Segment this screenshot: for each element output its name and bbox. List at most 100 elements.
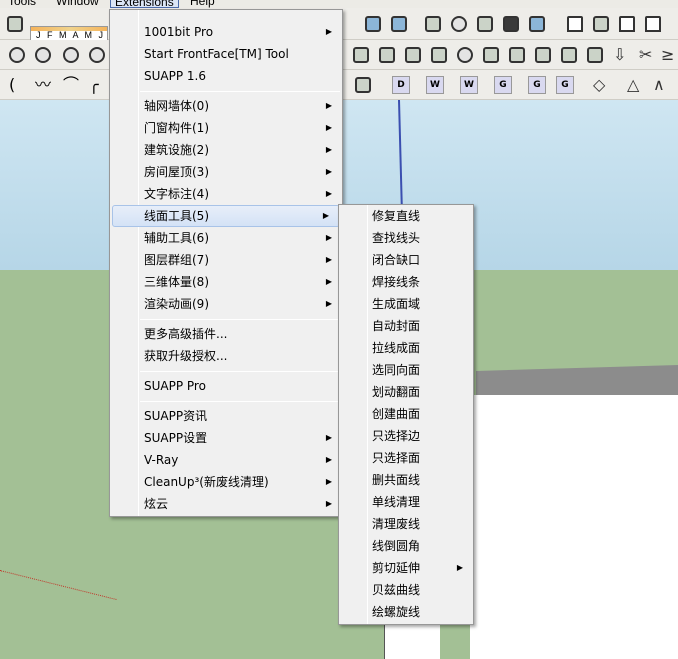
cut-tool-button[interactable]: ✂ <box>636 44 658 66</box>
menu-item-room-roof[interactable]: 房间屋顶(3) ▶ <box>110 161 342 183</box>
submenu-item-select-faces[interactable]: 只选择面 <box>339 447 473 469</box>
submenu-item-find-ends[interactable]: 查找线头 <box>339 227 473 249</box>
submenu-item-make-region[interactable]: 生成面域 <box>339 293 473 315</box>
menu-item-building-facility[interactable]: 建筑设施(2) ▶ <box>110 139 342 161</box>
hand-tool-button[interactable] <box>454 44 476 66</box>
menu-separator <box>140 91 340 92</box>
submenu-arrow-icon: ▶ <box>325 27 332 36</box>
cube-tool-button[interactable] <box>352 74 374 96</box>
fillet-tool-button[interactable]: ╭ <box>86 74 108 96</box>
mirror-tool-button[interactable]: ≥ <box>658 44 678 66</box>
submenu-item-create-surface[interactable]: 创建曲面 <box>339 403 473 425</box>
grid-tool-button[interactable] <box>428 44 450 66</box>
menu-item-line-face-tools[interactable]: 线面工具(5) ▶ <box>112 205 340 227</box>
components-button[interactable] <box>590 13 612 35</box>
tool-c-button[interactable] <box>60 44 82 66</box>
home-button[interactable] <box>616 13 638 35</box>
submenu-item-select-same-facing[interactable]: 选同向面 <box>339 359 473 381</box>
menu-item-more-plugins[interactable]: 更多高级插件... <box>110 323 342 345</box>
submenu-item-spiral[interactable]: 绘螺旋线 <box>339 601 473 623</box>
submenu-item-auto-face[interactable]: 自动封面 <box>339 315 473 337</box>
submenu-item-select-edges[interactable]: 只选择边 <box>339 425 473 447</box>
components-icon <box>593 16 609 32</box>
menu-item-layer-group[interactable]: 图层群组(7) ▶ <box>110 249 342 271</box>
bezier-tool-button[interactable]: ⌒ <box>60 74 82 96</box>
xray-button[interactable] <box>422 13 444 35</box>
door-tool-button[interactable] <box>558 44 580 66</box>
submenu-item-single-line-clean[interactable]: 单线清理 <box>339 491 473 513</box>
arc-icon: ( <box>9 75 16 94</box>
peak-tool-button[interactable]: ∧ <box>650 74 672 96</box>
menu-item-vray[interactable]: V-Ray ▶ <box>110 449 342 471</box>
iso-view-button[interactable] <box>362 13 384 35</box>
submenu-item-weld-lines[interactable]: 焊接线条 <box>339 271 473 293</box>
menu-item-suapp-news[interactable]: SUAPP资讯 <box>110 405 342 427</box>
line-face-submenu: 修复直线 查找线头 闭合缺口 焊接线条 生成面域 自动封面 拉线成面 选同向面 … <box>338 204 474 625</box>
arc-tool-button[interactable]: ( <box>6 74 28 96</box>
polyline-tool-button[interactable]: 〰 <box>32 74 54 96</box>
menu-item-render-animation[interactable]: 渲染动画(9) ▶ <box>110 293 342 315</box>
textured-button[interactable] <box>526 13 548 35</box>
plugin-w2-button[interactable]: W <box>460 76 478 94</box>
menu-item-text-annotation[interactable]: 文字标注(4) ▶ <box>110 183 342 205</box>
menu-item-suapp-16[interactable]: SUAPP 1.6 <box>110 65 342 87</box>
wall-tool-button[interactable] <box>350 44 372 66</box>
plugin-g2-button[interactable]: G <box>528 76 546 94</box>
share-model-icon <box>645 16 661 32</box>
plugin-g1-button[interactable]: G <box>494 76 512 94</box>
submenu-arrow-icon: ▶ <box>325 255 332 264</box>
railing-tool-button[interactable] <box>402 44 424 66</box>
menu-item-3d-volume[interactable]: 三维体量(8) ▶ <box>110 271 342 293</box>
tool-a-button[interactable] <box>6 44 28 66</box>
plugin-g3-button[interactable]: G <box>556 76 574 94</box>
submenu-item-repair-line[interactable]: 修复直线 <box>339 205 473 227</box>
menu-item-axis-wall[interactable]: 轴网墙体(0) ▶ <box>110 95 342 117</box>
menu-item-xuanyun[interactable]: 炫云 ▶ <box>110 493 342 515</box>
menu-help[interactable]: Help <box>190 0 215 8</box>
hidden-line-button[interactable] <box>474 13 496 35</box>
share-model-button[interactable] <box>642 13 664 35</box>
submenu-item-trim-extend[interactable]: 剪切延伸 ▶ <box>339 557 473 579</box>
menu-item-cleanup[interactable]: CleanUp³(新废线清理) ▶ <box>110 471 342 493</box>
menu-item-1001bit[interactable]: 1001bit Pro ▶ <box>110 21 342 43</box>
plugin-d-button[interactable]: D <box>392 76 410 94</box>
top-view-button[interactable] <box>388 13 410 35</box>
submenu-item-close-gaps[interactable]: 闭合缺口 <box>339 249 473 271</box>
menu-extensions[interactable]: Extensions <box>110 0 179 8</box>
menu-item-frontface[interactable]: Start FrontFace[TM] Tool <box>110 43 342 65</box>
warehouse-button[interactable] <box>564 13 586 35</box>
submenu-item-bezier[interactable]: 贝兹曲线 <box>339 579 473 601</box>
column-tool-icon <box>379 47 395 63</box>
submenu-item-clean-stray[interactable]: 清理废线 <box>339 513 473 535</box>
pin-tool-button[interactable] <box>584 44 606 66</box>
submenu-item-swipe-flip[interactable]: 划动翻面 <box>339 381 473 403</box>
submenu-item-line-fillet[interactable]: 线倒圆角 <box>339 535 473 557</box>
submenu-arrow-icon: ▶ <box>325 499 332 508</box>
menu-item-suapp-pro[interactable]: SUAPP Pro <box>110 375 342 397</box>
menu-item-door-window[interactable]: 门窗构件(1) ▶ <box>110 117 342 139</box>
hand-icon <box>457 47 473 63</box>
menu-item-get-license[interactable]: 获取升级授权... <box>110 345 342 367</box>
submenu-item-extrude-lines[interactable]: 拉线成面 <box>339 337 473 359</box>
menu-window[interactable]: Window <box>56 0 99 8</box>
eraser-button[interactable] <box>4 13 26 35</box>
submenu-item-delete-coplanar[interactable]: 删共面线 <box>339 469 473 491</box>
plugin-w1-button[interactable]: W <box>426 76 444 94</box>
menu-item-aux-tools[interactable]: 辅助工具(6) ▶ <box>110 227 342 249</box>
menu-item-suapp-settings[interactable]: SUAPP设置 ▶ <box>110 427 342 449</box>
stair-tool-button[interactable] <box>480 44 502 66</box>
shaded-button[interactable] <box>500 13 522 35</box>
tool-a-icon <box>9 47 25 63</box>
arrow-down-button[interactable]: ⇩ <box>610 44 632 66</box>
wireframe-button[interactable] <box>448 13 470 35</box>
terrain-tool-button[interactable]: △ <box>624 74 646 96</box>
tool-b-button[interactable] <box>32 44 54 66</box>
roof-tool-button[interactable] <box>506 44 528 66</box>
column-tool-button[interactable] <box>376 44 398 66</box>
tool-d-button[interactable] <box>86 44 108 66</box>
layer-tool-button[interactable]: ◇ <box>590 74 612 96</box>
window-tool-button[interactable] <box>532 44 554 66</box>
submenu-arrow-icon: ▶ <box>325 233 332 242</box>
menu-tools[interactable]: Tools <box>8 0 36 8</box>
submenu-arrow-icon: ▶ <box>325 101 332 110</box>
